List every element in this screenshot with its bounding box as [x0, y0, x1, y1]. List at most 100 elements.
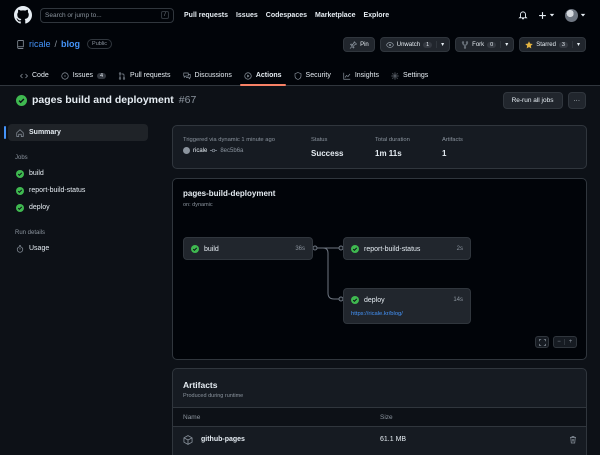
caret-down-icon[interactable]: ▾: [436, 41, 444, 48]
sidebar-item-summary[interactable]: Summary: [4, 124, 148, 141]
search-input[interactable]: Search or jump to... /: [40, 7, 174, 23]
tab-discussions[interactable]: Discussions: [177, 65, 238, 86]
tab-label: Insights: [354, 72, 379, 79]
col-size: Size: [380, 414, 393, 421]
github-logo-icon[interactable]: [14, 6, 32, 24]
sidebar-item-label: deploy: [29, 204, 50, 211]
run-title-text: pages build and deployment: [32, 94, 174, 106]
bell-icon[interactable]: [518, 10, 528, 20]
fullscreen-button[interactable]: [535, 336, 549, 348]
repo-icon: [17, 39, 24, 49]
tab-settings[interactable]: Settings: [385, 65, 434, 86]
nav-pull-requests[interactable]: Pull requests: [184, 12, 228, 19]
zoom-out-button[interactable]: −: [554, 339, 566, 345]
play-icon: [244, 71, 252, 80]
caret-down-icon: [580, 13, 586, 17]
run-actions: Re-run all jobs ···: [502, 92, 586, 109]
zoom-in-button[interactable]: +: [565, 339, 576, 345]
commit-sha-link[interactable]: 8ec5b6a: [220, 148, 243, 154]
avatar: [565, 8, 578, 22]
actor-link[interactable]: ricale: [193, 148, 207, 154]
duration-info: Total duration 1m 11s: [375, 137, 410, 158]
tab-label: Pull requests: [130, 72, 171, 79]
trigger-meta: ricale 8ec5b6a: [183, 147, 275, 154]
repo-separator: /: [54, 39, 58, 49]
sidebar-item-deploy[interactable]: deploy: [8, 199, 148, 216]
tab-pull-requests[interactable]: Pull requests: [112, 65, 176, 86]
tab-issues[interactable]: Issues 4: [55, 65, 112, 86]
pin-label: Pin: [360, 41, 369, 48]
pin-icon: [349, 40, 358, 49]
rerun-all-jobs-button[interactable]: Re-run all jobs: [502, 92, 563, 109]
job-name: report-build-status: [364, 245, 421, 253]
artifacts-title: Artifacts: [183, 380, 218, 390]
tab-security[interactable]: Security: [288, 65, 337, 86]
sidebar: Summary Jobs build report-build-status d…: [4, 124, 148, 257]
nav-issues[interactable]: Issues: [236, 12, 258, 19]
job-node-build[interactable]: build 36s: [183, 237, 313, 260]
tab-actions[interactable]: Actions: [238, 65, 288, 86]
sidebar-item-build[interactable]: build: [8, 165, 148, 182]
sidebar-item-label: build: [29, 170, 44, 177]
tab-label: Actions: [255, 72, 282, 79]
nav-codespaces[interactable]: Codespaces: [266, 12, 307, 19]
create-new-button[interactable]: [538, 11, 555, 20]
duration-value: 1m 11s: [375, 149, 402, 158]
starred-button[interactable]: Starred 3 ▾: [519, 37, 586, 52]
repo-owner-link[interactable]: ricale: [29, 39, 51, 49]
workflow-graph-card: pages-build-deployment on: dynamic build…: [172, 178, 587, 360]
user-menu[interactable]: [565, 8, 586, 22]
top-nav: Pull requests Issues Codespaces Marketpl…: [184, 12, 389, 19]
more-options-button[interactable]: ···: [567, 92, 586, 109]
repo-name-link[interactable]: blog: [61, 39, 80, 49]
nav-marketplace[interactable]: Marketplace: [315, 12, 355, 19]
commit-icon: [210, 148, 218, 153]
global-header: Search or jump to... / Pull requests Iss…: [0, 0, 600, 30]
artifacts-label: Artifacts: [442, 137, 463, 143]
success-check-icon: [191, 245, 199, 253]
sidebar-item-label: report-build-status: [29, 187, 86, 194]
shield-icon: [294, 71, 301, 80]
nav-explore[interactable]: Explore: [363, 12, 389, 19]
sidebar-item-report-build-status[interactable]: report-build-status: [8, 182, 148, 199]
repo-title: ricale / blog Public: [16, 39, 113, 49]
issues-count: 4: [96, 72, 107, 79]
actor-avatar: [183, 147, 190, 154]
issue-icon: [61, 71, 69, 80]
pull-request-icon: [118, 71, 126, 80]
tab-label: Code: [32, 72, 49, 79]
workflow-trigger: on: dynamic: [183, 202, 213, 208]
unwatch-button[interactable]: Unwatch 1 ▾: [379, 37, 451, 52]
trash-icon[interactable]: [569, 435, 577, 444]
discussion-icon: [182, 72, 191, 79]
fork-button[interactable]: Fork 0 ▾: [455, 37, 515, 52]
plus-icon: [539, 11, 546, 19]
table-row: github-pages 61.1 MB: [173, 431, 586, 451]
sidebar-item-label: Summary: [29, 129, 61, 136]
deploy-url-link[interactable]: https://ricale.kr/blog/: [344, 311, 470, 317]
gear-icon: [391, 72, 399, 79]
status-value: Success: [311, 149, 344, 158]
repo-tabs: Code Issues 4 Pull requests Discussions: [14, 65, 434, 86]
caret-down-icon[interactable]: ▾: [571, 41, 580, 48]
tab-insights[interactable]: Insights: [337, 65, 385, 86]
trigger-info: Triggered via dynamic 1 minute ago rical…: [183, 137, 275, 154]
run-number: #67: [178, 94, 197, 106]
pin-button[interactable]: Pin: [343, 37, 375, 52]
zoom-controls: − +: [553, 336, 577, 348]
tab-label: Issues: [72, 72, 93, 79]
tab-label: Security: [305, 72, 331, 79]
job-node-deploy[interactable]: deploy 14s https://ricale.kr/blog/: [343, 288, 471, 324]
artifacts-table-header: Name Size: [173, 407, 586, 427]
sidebar-item-usage[interactable]: Usage: [8, 240, 148, 257]
visibility-badge: Public: [87, 39, 113, 49]
header-right: [518, 8, 586, 22]
sidebar-item-label: Usage: [29, 245, 50, 252]
workflow-title: pages-build-deployment: [183, 189, 276, 198]
tab-code[interactable]: Code: [14, 65, 55, 86]
caret-down-icon[interactable]: ▾: [500, 41, 508, 48]
job-node-report-build-status[interactable]: report-build-status 2s: [343, 237, 471, 260]
star-count: 3: [558, 41, 568, 48]
artifact-name-link[interactable]: github-pages: [201, 436, 245, 443]
starred-label: Starred: [536, 41, 556, 48]
